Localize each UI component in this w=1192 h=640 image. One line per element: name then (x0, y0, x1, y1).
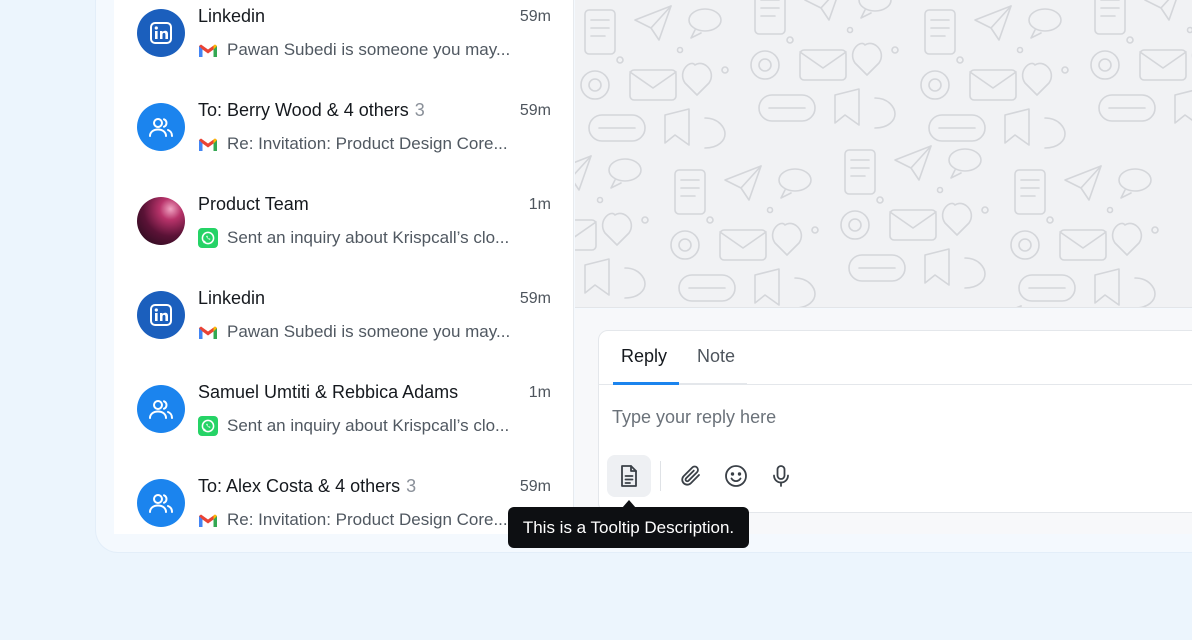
composer-tabs: Reply Note (599, 331, 1192, 385)
paperclip-icon (681, 465, 700, 486)
conversation-item[interactable]: Samuel Umtiti & Rebbica Adams 1m Sent an… (114, 376, 574, 470)
linkedin-avatar (137, 291, 185, 339)
conversation-preview: Pawan Subedi is someone you may... (198, 40, 510, 60)
reply-composer: Reply Note (598, 330, 1192, 513)
tab-note[interactable]: Note (697, 346, 735, 367)
conversation-item[interactable]: Product Team 1m Sent an inquiry about Kr… (114, 188, 574, 282)
tab-reply[interactable]: Reply (621, 346, 667, 367)
document-icon (621, 465, 637, 487)
conversation-preview: Sent an inquiry about Krispcall’s clo... (198, 416, 509, 436)
users-icon (149, 400, 173, 419)
conversation-item[interactable]: To: Alex Costa & 4 others 3 59m Re: Invit… (114, 470, 574, 564)
doodle-pattern (575, 0, 1192, 307)
conversation-item[interactable]: To: Berry Wood & 4 others 3 59m Re: Invit… (114, 94, 574, 188)
whatsapp-icon (198, 416, 218, 436)
linkedin-avatar (137, 9, 185, 57)
gmail-icon (198, 510, 218, 530)
conversation-time: 1m (528, 196, 551, 213)
linkedin-icon (150, 22, 172, 44)
avatar (137, 197, 185, 245)
conversation-item[interactable]: Linkedin 59m Pawan Subedi is someone you… (114, 282, 574, 376)
users-icon (149, 494, 173, 513)
conversation-time: 59m (519, 478, 551, 495)
conversation-name: To: Berry Wood & 4 others 3 (198, 100, 425, 120)
tab-divider (679, 383, 747, 385)
active-tab-indicator (613, 382, 679, 385)
conversation-name: Linkedin (198, 288, 266, 308)
gmail-icon (198, 134, 218, 154)
conversation-name: Samuel Umtiti & Rebbica Adams (198, 382, 459, 402)
unread-count: 3 (414, 100, 425, 120)
gmail-icon (198, 322, 218, 342)
template-button[interactable] (607, 455, 651, 497)
tooltip: This is a Tooltip Description. (508, 507, 749, 548)
unread-count: 3 (406, 476, 417, 496)
conversation-time: 1m (528, 384, 551, 401)
microphone-icon (773, 465, 789, 487)
emoji-button[interactable] (714, 455, 758, 497)
users-icon (149, 118, 173, 137)
emoji-icon (725, 465, 747, 487)
conversation-name: Product Team (198, 194, 309, 214)
conversation-time: 59m (519, 290, 551, 307)
conversation-preview: Sent an inquiry about Krispcall’s clo... (198, 228, 509, 248)
conversation-preview: Re: Invitation: Product Design Core... (198, 134, 508, 154)
conversation-preview: Re: Invitation: Product Design Core... (198, 510, 508, 530)
reply-input[interactable] (612, 407, 1172, 428)
conversation-preview: Pawan Subedi is someone you may... (198, 322, 510, 342)
chat-background (575, 0, 1192, 308)
attach-button[interactable] (669, 455, 713, 497)
conversation-item[interactable]: Linkedin 59m Pawan Subedi is someone you… (114, 0, 574, 94)
gmail-icon (198, 40, 218, 60)
conversation-time: 59m (519, 8, 551, 25)
group-avatar (137, 103, 185, 151)
voice-button[interactable] (759, 455, 803, 497)
toolbar-divider (660, 461, 661, 491)
linkedin-icon (150, 304, 172, 326)
conversation-name: Linkedin (198, 6, 266, 26)
conversation-list: Linkedin 59m Pawan Subedi is someone you… (114, 0, 574, 534)
group-avatar (137, 385, 185, 433)
conversation-time: 59m (519, 102, 551, 119)
whatsapp-icon (198, 228, 218, 248)
group-avatar (137, 479, 185, 527)
conversation-name: To: Alex Costa & 4 others 3 (198, 476, 417, 496)
